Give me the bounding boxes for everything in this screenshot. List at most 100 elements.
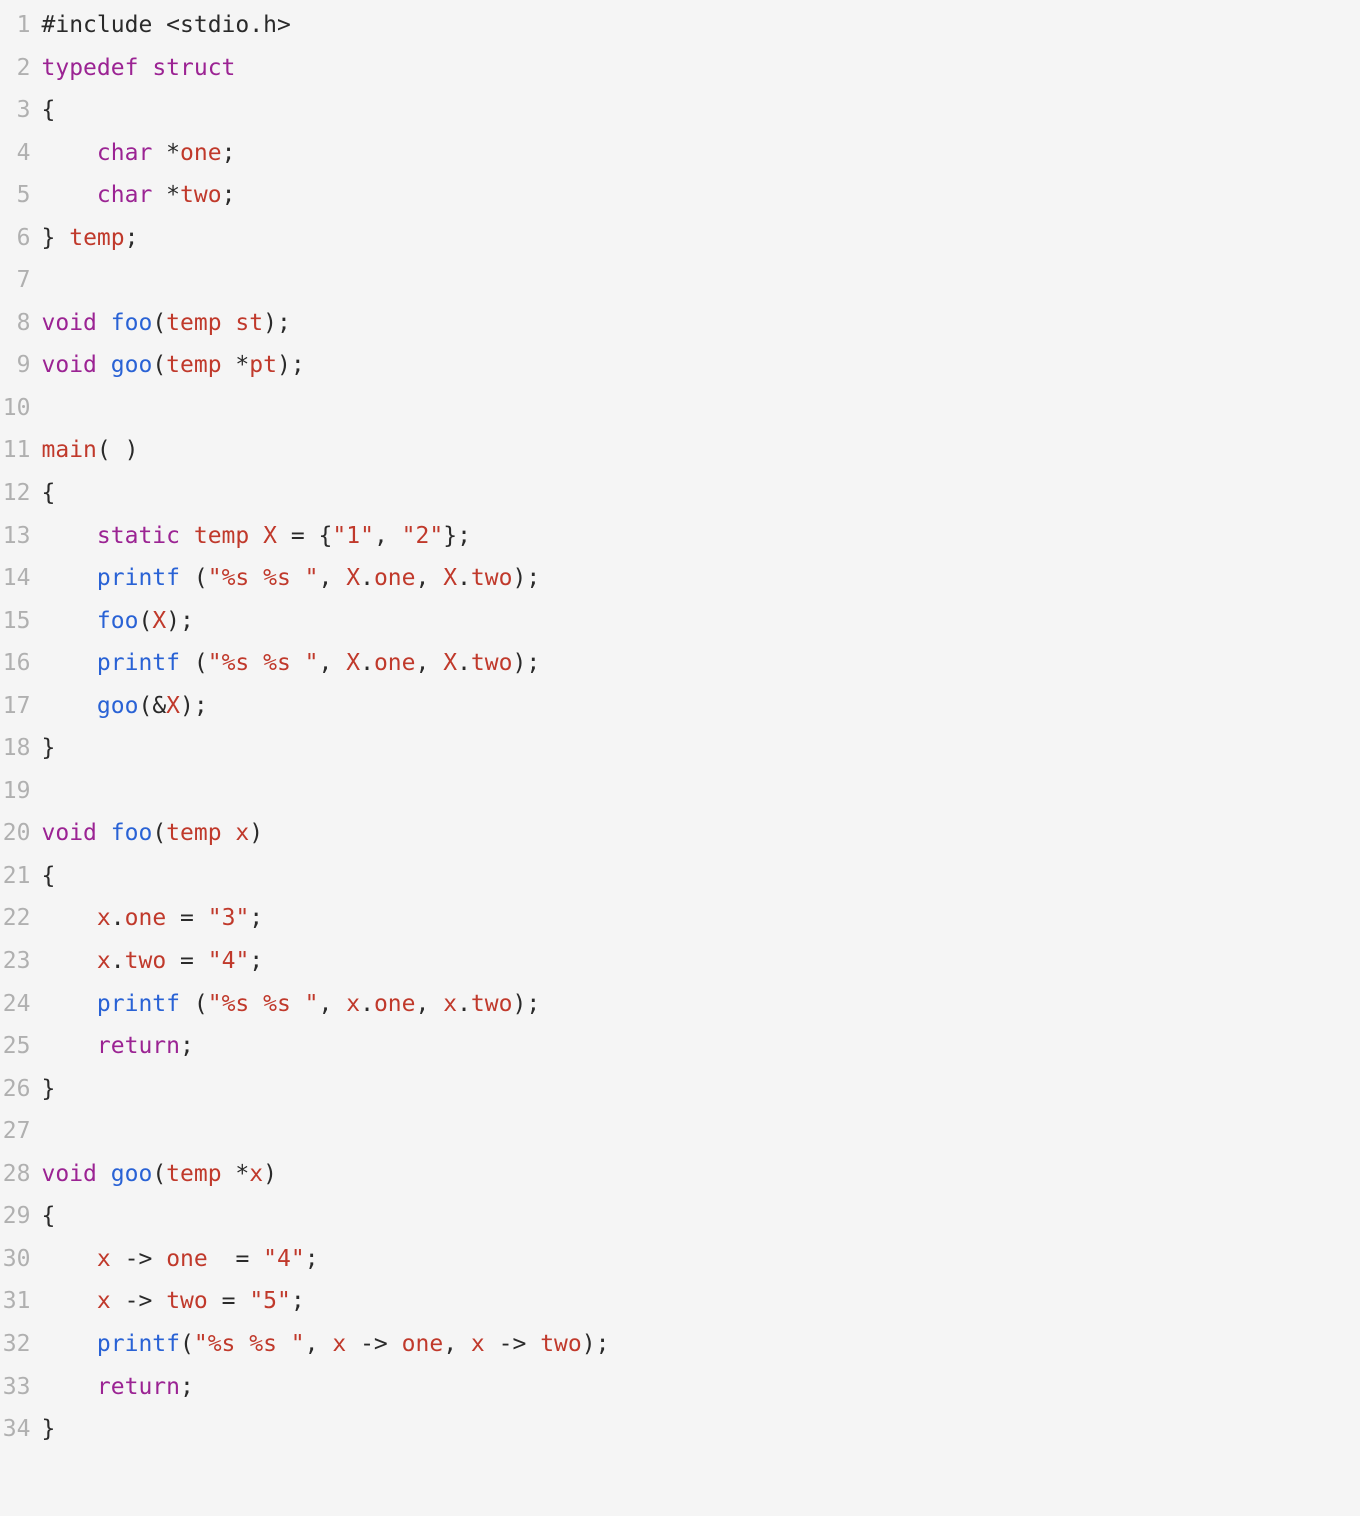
token-string: "1" <box>332 523 374 549</box>
token-op: ( <box>97 437 111 463</box>
code-line: 10 <box>0 387 1360 430</box>
token-ident: two <box>180 182 222 208</box>
token-op: , <box>319 991 333 1017</box>
line-content: char *one; <box>42 132 236 175</box>
code-line: 5 char *two; <box>0 174 1360 217</box>
token-ident: x <box>235 820 249 846</box>
code-line: 18} <box>0 727 1360 770</box>
token-op: & <box>152 693 166 719</box>
token-plain <box>42 1246 97 1272</box>
token-ident: x <box>471 1331 485 1357</box>
token-func: printf <box>97 565 180 591</box>
token-func: printf <box>97 1331 180 1357</box>
token-plain <box>152 182 166 208</box>
token-plain: stdio.h <box>180 12 277 38</box>
token-op: ( <box>152 1161 166 1187</box>
token-plain <box>222 1161 236 1187</box>
token-plain <box>526 1331 540 1357</box>
line-content: } <box>42 1408 56 1451</box>
token-plain <box>42 140 97 166</box>
line-content: char *two; <box>42 174 236 217</box>
token-op: } <box>42 225 56 251</box>
code-line: 29{ <box>0 1195 1360 1238</box>
token-plain <box>42 1288 97 1314</box>
token-op: , <box>443 1331 457 1357</box>
token-plain <box>346 1331 360 1357</box>
code-line: 9void goo(temp *pt); <box>0 344 1360 387</box>
line-content: typedef struct <box>42 47 236 90</box>
token-op: { <box>319 523 333 549</box>
line-content: goo(&X); <box>42 685 208 728</box>
token-op: , <box>415 650 429 676</box>
line-content: void goo(temp *x) <box>42 1153 277 1196</box>
token-ident: x <box>97 1288 111 1314</box>
token-func: foo <box>111 820 153 846</box>
code-line: 4 char *one; <box>0 132 1360 175</box>
line-number: 23 <box>0 940 42 983</box>
line-number: 8 <box>0 302 42 345</box>
token-plain <box>42 991 97 1017</box>
code-line: 30 x -> one = "4"; <box>0 1238 1360 1281</box>
token-keyword: return <box>97 1374 180 1400</box>
line-number: 19 <box>0 770 42 813</box>
token-plain <box>429 991 443 1017</box>
line-number: 25 <box>0 1025 42 1068</box>
token-plain <box>194 905 208 931</box>
token-op: , <box>415 991 429 1017</box>
token-plain <box>457 1331 471 1357</box>
line-content: } <box>42 727 56 770</box>
token-op: ); <box>582 1331 610 1357</box>
line-content: x -> two = "5"; <box>42 1280 305 1323</box>
token-op: . <box>457 991 471 1017</box>
token-op: . <box>360 650 374 676</box>
token-op: * <box>166 182 180 208</box>
line-number: 15 <box>0 600 42 643</box>
token-member: one <box>125 905 167 931</box>
line-number: 22 <box>0 897 42 940</box>
token-op: . <box>457 650 471 676</box>
code-line: 31 x -> two = "5"; <box>0 1280 1360 1323</box>
token-op: } <box>42 735 56 761</box>
token-func: printf <box>97 991 180 1017</box>
token-func: printf <box>97 650 180 676</box>
code-line: 33 return; <box>0 1366 1360 1409</box>
token-op: , <box>415 565 429 591</box>
line-content: { <box>42 1195 56 1238</box>
token-op: * <box>235 352 249 378</box>
token-op: }; <box>443 523 471 549</box>
line-content: void goo(temp *pt); <box>42 344 305 387</box>
token-plain <box>42 1033 97 1059</box>
line-content: static temp X = {"1", "2"}; <box>42 515 471 558</box>
code-line: 22 x.one = "3"; <box>0 897 1360 940</box>
token-plain <box>277 523 291 549</box>
line-content: x -> one = "4"; <box>42 1238 319 1281</box>
token-keyword: typedef <box>42 55 139 81</box>
token-plain <box>208 1288 222 1314</box>
token-plain <box>42 565 97 591</box>
token-op: ( <box>180 1331 194 1357</box>
token-plain <box>180 523 194 549</box>
token-keyword: void <box>42 820 97 846</box>
token-string: "%s %s " <box>208 991 319 1017</box>
token-op: ); <box>166 608 194 634</box>
token-plain <box>388 523 402 549</box>
line-number: 4 <box>0 132 42 175</box>
token-plain <box>180 565 194 591</box>
token-ident: x <box>346 991 360 1017</box>
code-line: 13 static temp X = {"1", "2"}; <box>0 515 1360 558</box>
token-plain <box>42 948 97 974</box>
token-ident: X <box>346 565 360 591</box>
line-number: 21 <box>0 855 42 898</box>
code-line: 2typedef struct <box>0 47 1360 90</box>
line-content: main( ) <box>42 429 139 472</box>
line-content: printf ("%s %s ", X.one, X.two); <box>42 557 541 600</box>
code-line: 24 printf ("%s %s ", x.one, x.two); <box>0 983 1360 1026</box>
token-keyword: void <box>42 310 97 336</box>
line-content: printf ("%s %s ", x.one, x.two); <box>42 983 541 1026</box>
token-plain <box>166 905 180 931</box>
line-content: { <box>42 855 56 898</box>
token-op: } <box>42 1416 56 1442</box>
token-op: , <box>319 565 333 591</box>
token-plain <box>429 650 443 676</box>
token-op: ; <box>222 140 236 166</box>
